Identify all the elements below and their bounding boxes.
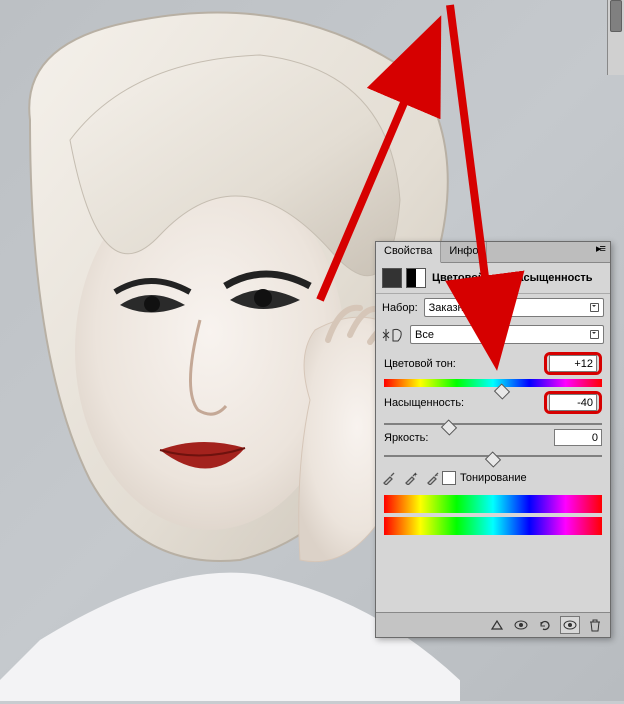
lightness-label: Яркость: bbox=[384, 432, 428, 444]
lightness-slider[interactable] bbox=[384, 455, 602, 457]
adjustment-header: Цветовой тон/Насыщенность bbox=[376, 263, 610, 294]
saturation-slider[interactable] bbox=[384, 423, 602, 425]
hue-label: Цветовой тон: bbox=[384, 358, 456, 370]
visibility-icon[interactable] bbox=[512, 617, 530, 633]
lightness-input[interactable] bbox=[554, 429, 602, 446]
preset-label: Набор: bbox=[382, 302, 418, 314]
eyedropper-plus-icon[interactable]: + bbox=[404, 471, 418, 485]
preset-value: Заказная bbox=[429, 302, 476, 314]
hue-input[interactable] bbox=[549, 355, 597, 372]
tab-properties[interactable]: Свойства bbox=[376, 242, 441, 263]
chevron-down-icon bbox=[590, 303, 599, 312]
vertical-scrollbar[interactable] bbox=[607, 0, 624, 75]
adjustment-title: Цветовой тон/Насыщенность bbox=[432, 272, 593, 284]
adjustment-icon bbox=[382, 268, 402, 288]
preset-row: Набор: Заказная bbox=[376, 294, 610, 321]
saturation-group: Насыщенность: bbox=[376, 387, 610, 425]
panel-menu-icon[interactable]: ▸≡ bbox=[590, 242, 610, 262]
svg-text:-: - bbox=[436, 473, 438, 479]
tab-info[interactable]: Инфо bbox=[441, 242, 487, 262]
canvas-background: Свойства Инфо ▸≡ Цветовой тон/Насыщеннос… bbox=[0, 0, 624, 701]
chevron-down-icon bbox=[590, 330, 599, 339]
mask-icon[interactable] bbox=[406, 268, 426, 288]
svg-text:+: + bbox=[414, 473, 418, 479]
spectrum-bottom bbox=[384, 517, 602, 535]
lightness-group: Яркость: bbox=[376, 425, 610, 457]
reset-icon[interactable] bbox=[536, 617, 554, 633]
panel-tabs: Свойства Инфо ▸≡ bbox=[376, 242, 610, 263]
saturation-label: Насыщенность: bbox=[384, 397, 464, 409]
hue-value-highlight bbox=[544, 352, 602, 375]
clip-icon[interactable] bbox=[488, 617, 506, 633]
saturation-input[interactable] bbox=[549, 394, 597, 411]
trash-icon[interactable] bbox=[586, 617, 604, 633]
saturation-value-highlight bbox=[544, 391, 602, 414]
colorize-label: Тонирование bbox=[460, 472, 527, 484]
eyedropper-icon[interactable] bbox=[382, 471, 396, 485]
channel-row: Все bbox=[376, 321, 610, 348]
panel-footer bbox=[376, 612, 610, 637]
eyedropper-group: + - bbox=[382, 471, 442, 485]
colorize-row: + - Тонирование bbox=[376, 467, 610, 489]
hue-group: Цветовой тон: bbox=[376, 348, 610, 387]
properties-panel: Свойства Инфо ▸≡ Цветовой тон/Насыщеннос… bbox=[375, 241, 611, 638]
preset-dropdown[interactable]: Заказная bbox=[424, 298, 604, 317]
eyedropper-minus-icon[interactable]: - bbox=[426, 471, 440, 485]
hue-slider[interactable] bbox=[384, 379, 602, 387]
channel-dropdown[interactable]: Все bbox=[410, 325, 604, 344]
colorize-checkbox[interactable] bbox=[442, 471, 456, 485]
targeted-adjust-icon[interactable] bbox=[382, 326, 404, 344]
lightness-slider-knob[interactable] bbox=[485, 451, 501, 467]
spectrum-top bbox=[384, 495, 602, 513]
visibility-toggle-icon[interactable] bbox=[560, 616, 580, 634]
channel-value: Все bbox=[415, 329, 434, 341]
